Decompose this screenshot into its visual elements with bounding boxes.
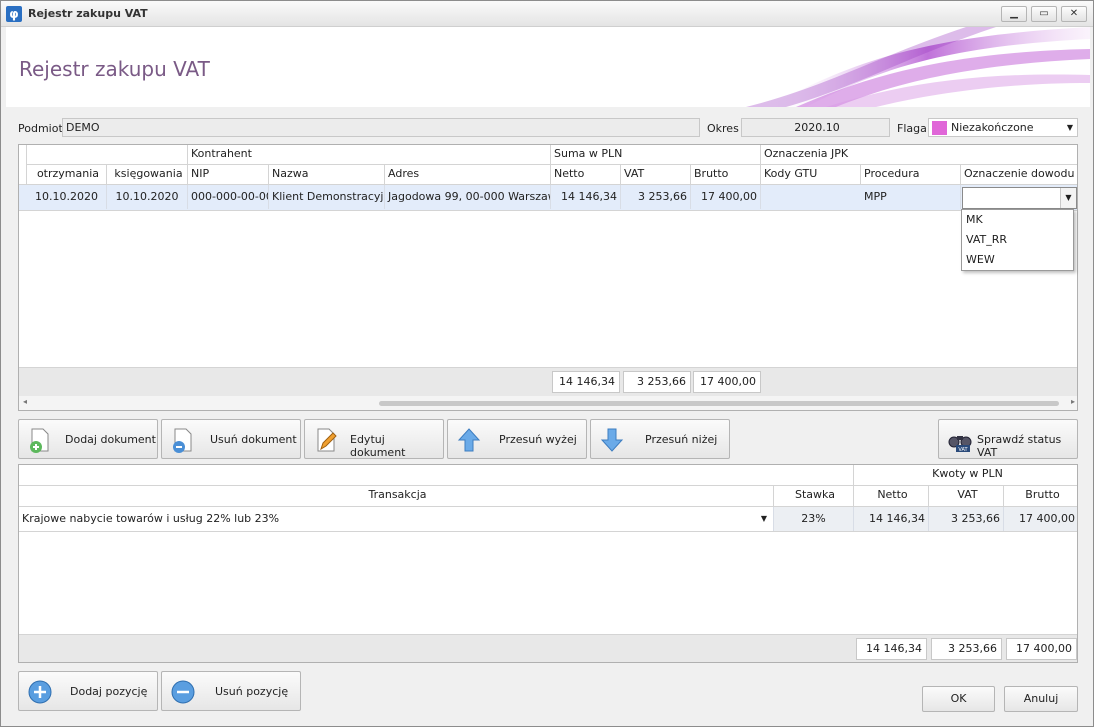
plus-circle-icon: [28, 680, 52, 704]
scroll-right-icon[interactable]: ▸: [1071, 397, 1075, 406]
scrollbar-thumb[interactable]: [379, 401, 1059, 406]
group-header-jpk: Oznaczenia JPK: [761, 145, 1077, 165]
move-down-button[interactable]: Przesuń niżej: [590, 419, 730, 459]
cell-brutto: 17 400,00: [691, 185, 761, 209]
oznaczenie-dropdown-list: MK VAT_RR WEW: [961, 209, 1074, 271]
app-logo-icon: φ: [6, 6, 22, 22]
dropdown-option-wew[interactable]: WEW: [962, 250, 1073, 270]
title-bar: φ Rejestr zakupu VAT ▁ ▭ ✕: [1, 1, 1093, 27]
group-header-suma: Suma w PLN: [551, 145, 761, 165]
move-up-button[interactable]: Przesuń wyżej: [447, 419, 587, 459]
col-header-brutto[interactable]: Brutto: [1004, 486, 1077, 507]
cell-nip: 000-000-00-00: [188, 185, 269, 209]
chevron-down-icon: ▼: [1066, 123, 1073, 132]
svg-text:VAT: VAT: [958, 447, 968, 453]
total-vat: 3 253,66: [623, 371, 691, 393]
positions-totals-bar: 14 146,34 3 253,66 17 400,00: [19, 634, 1077, 662]
table-row[interactable]: Krajowe nabycie towarów i usług 22% lub …: [19, 507, 1077, 532]
cell-netto: 14 146,34: [551, 185, 621, 209]
col-header-oznaczenie[interactable]: Oznaczenie dowodu: [961, 165, 1077, 185]
arrow-down-icon: [600, 428, 624, 452]
cell-stawka: 23%: [774, 507, 854, 531]
header-banner: Rejestr zakupu VAT: [6, 27, 1090, 107]
main-window: φ Rejestr zakupu VAT ▁ ▭ ✕ Rejestr zakup…: [0, 0, 1094, 727]
col-header-otrzymania[interactable]: otrzymania: [27, 165, 107, 185]
edit-document-icon: [317, 428, 337, 452]
cell-otrzymania: 10.10.2020: [27, 185, 107, 209]
table-row[interactable]: 10.10.2020 10.10.2020 000-000-00-00 Klie…: [19, 185, 1077, 211]
flaga-label: Flaga: [897, 122, 927, 135]
cell-nazwa: Klient Demonstracyjny: [269, 185, 385, 209]
cell-vat: 3 253,66: [929, 507, 1004, 531]
cell-vat: 3 253,66: [621, 185, 691, 209]
col-header-brutto[interactable]: Brutto: [691, 165, 761, 185]
total-netto: 14 146,34: [856, 638, 927, 660]
page-title: Rejestr zakupu VAT: [19, 57, 210, 81]
positions-grid: Kwoty w PLN Transakcja Stawka Netto VAT …: [18, 464, 1078, 663]
group-header-kontrahent: Kontrahent: [188, 145, 551, 165]
col-header-nazwa[interactable]: Nazwa: [269, 165, 385, 185]
cell-ksiegowania: 10.10.2020: [107, 185, 188, 209]
window-title: Rejestr zakupu VAT: [28, 7, 148, 20]
group-header-kwoty: Kwoty w PLN: [854, 465, 1077, 486]
minimize-button[interactable]: ▁: [1001, 6, 1027, 22]
cancel-button[interactable]: Anuluj: [1004, 686, 1078, 712]
col-header-vat[interactable]: VAT: [929, 486, 1004, 507]
total-brutto: 17 400,00: [1006, 638, 1077, 660]
col-header-nip[interactable]: NIP: [188, 165, 269, 185]
cell-adres: Jagodowa 99, 00-000 Warszawa: [385, 185, 551, 209]
okres-label: Okres: [707, 122, 739, 135]
maximize-icon: ▭: [1039, 8, 1049, 19]
col-header-netto[interactable]: Netto: [854, 486, 929, 507]
col-header-procedura[interactable]: Procedura: [861, 165, 961, 185]
chevron-down-icon[interactable]: ▼: [1060, 188, 1076, 208]
add-document-icon: [30, 428, 49, 453]
col-header-kody-gtu[interactable]: Kody GTU: [761, 165, 861, 185]
flaga-value: Niezakończone: [951, 121, 1034, 134]
total-vat: 3 253,66: [931, 638, 1002, 660]
close-icon: ✕: [1069, 8, 1079, 19]
binoculars-icon: VAT: [948, 436, 972, 453]
okres-field[interactable]: 2020.10: [741, 118, 890, 137]
add-document-button[interactable]: Dodaj dokument: [18, 419, 158, 459]
col-header-stawka[interactable]: Stawka: [774, 486, 854, 507]
podmiot-field[interactable]: DEMO: [62, 118, 700, 137]
documents-grid: Kontrahent Suma w PLN Oznaczenia JPK otr…: [18, 144, 1078, 411]
oznaczenie-dowodu-combo[interactable]: ▼: [962, 187, 1077, 209]
edit-document-button[interactable]: Edytuj dokument: [304, 419, 444, 459]
close-button[interactable]: ✕: [1061, 6, 1087, 22]
dropdown-option-mk[interactable]: MK: [962, 210, 1073, 230]
horizontal-scrollbar[interactable]: ◂ ▸: [19, 396, 1077, 410]
total-netto: 14 146,34: [552, 371, 620, 393]
col-header-vat[interactable]: VAT: [621, 165, 691, 185]
cell-brutto: 17 400,00: [1004, 507, 1077, 531]
col-header-adres[interactable]: Adres: [385, 165, 551, 185]
dropdown-option-vat-rr[interactable]: VAT_RR: [962, 230, 1073, 250]
maximize-button[interactable]: ▭: [1031, 6, 1057, 22]
check-vat-status-button[interactable]: VAT Sprawdź status VAT: [938, 419, 1078, 459]
arrow-up-icon: [457, 428, 481, 452]
col-header-transakcja[interactable]: Transakcja: [19, 486, 774, 507]
minus-circle-icon: [171, 680, 195, 704]
remove-position-button[interactable]: Usuń pozycję: [161, 671, 301, 711]
cell-procedura[interactable]: MPP: [861, 185, 961, 209]
ok-button[interactable]: OK: [922, 686, 995, 712]
scroll-left-icon[interactable]: ◂: [23, 397, 27, 406]
chevron-down-icon[interactable]: ▼: [761, 507, 767, 531]
col-header-netto[interactable]: Netto: [551, 165, 621, 185]
flag-color-swatch: [932, 121, 947, 135]
flaga-select[interactable]: Niezakończone ▼: [928, 118, 1078, 137]
remove-document-button[interactable]: Usuń dokument: [161, 419, 301, 459]
add-position-button[interactable]: Dodaj pozycję: [18, 671, 158, 711]
remove-document-icon: [173, 428, 192, 453]
minimize-icon: ▁: [1010, 8, 1018, 19]
col-header-ksiegowania[interactable]: księgowania: [107, 165, 188, 185]
podmiot-label: Podmiot: [18, 122, 63, 135]
cell-netto: 14 146,34: [854, 507, 929, 531]
cell-transakcja[interactable]: Krajowe nabycie towarów i usług 22% lub …: [19, 507, 774, 531]
total-brutto: 17 400,00: [693, 371, 761, 393]
documents-totals-bar: 14 146,34 3 253,66 17 400,00: [19, 367, 1077, 396]
